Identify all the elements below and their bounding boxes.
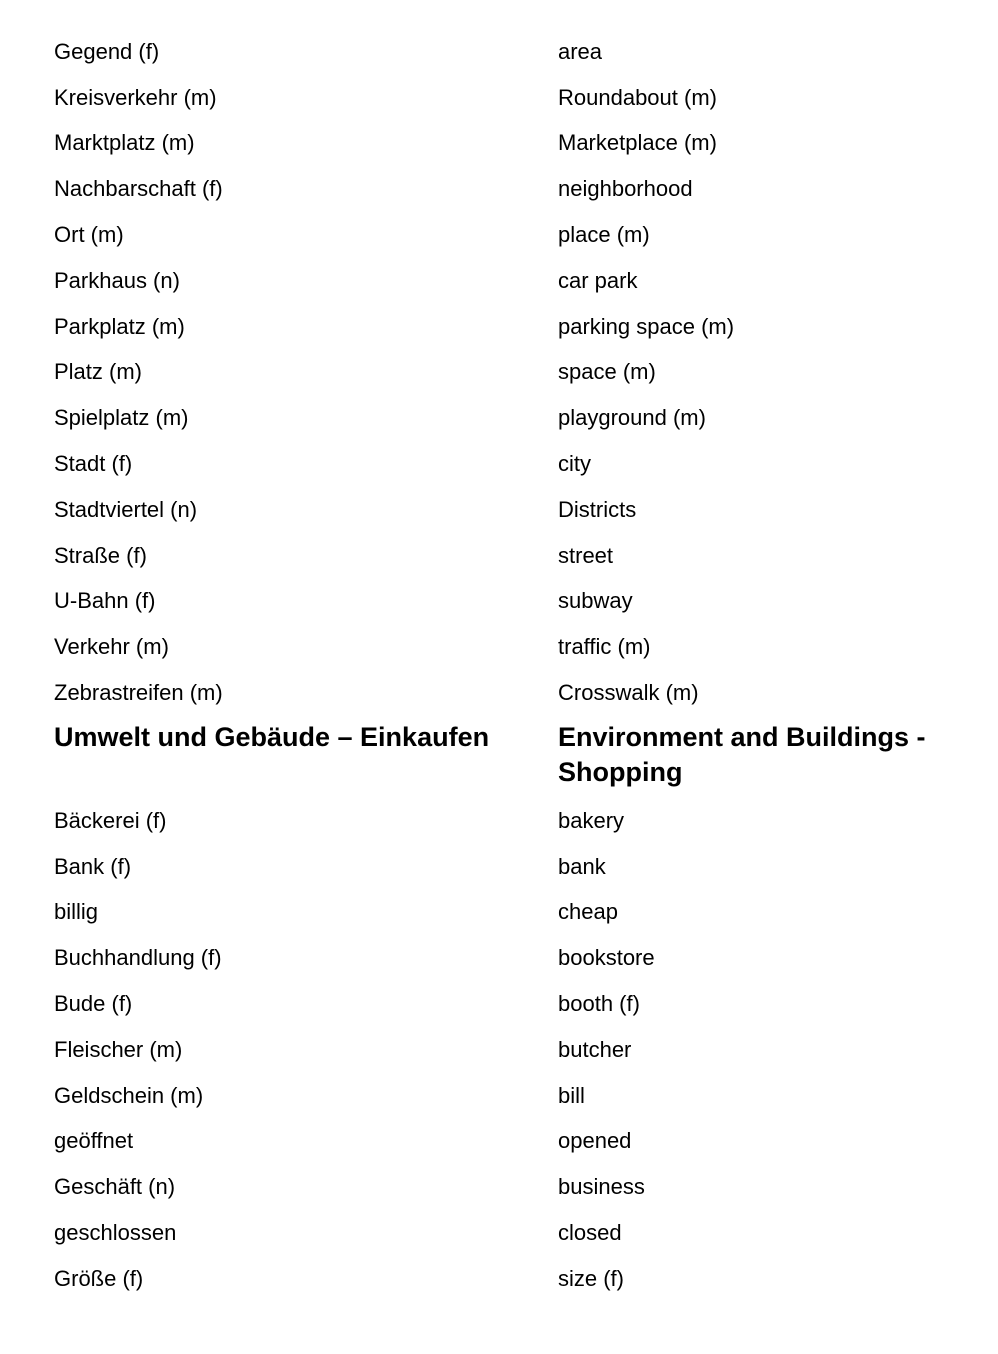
vocabulary-row: Stadtviertel (n) Districts (54, 487, 954, 533)
vocabulary-row: Spielplatz (m) playground (m) (54, 395, 954, 441)
english-translation: street (558, 542, 614, 568)
german-term: Zebrastreifen (m) (54, 680, 223, 706)
english-translation: space (m) (558, 359, 656, 385)
vocabulary-row: Geldschein (m) bill (54, 1073, 954, 1119)
vocabulary-row: Kreisverkehr (m) Roundabout (m) (54, 75, 954, 121)
vocabulary-row: Buchhandlung (f) bookstore (54, 935, 954, 981)
english-translation: Districts (558, 496, 637, 522)
english-translation: bakery (558, 807, 625, 833)
vocabulary-row: Gegend (f) area (54, 29, 954, 75)
german-term: Bäckerei (f) (54, 807, 167, 833)
vocabulary-row: Fleischer (m) butcher (54, 1027, 954, 1073)
german-term: Parkplatz (m) (54, 313, 185, 339)
vocabulary-row: geöffnet opened (54, 1119, 954, 1165)
english-translation: Crosswalk (m) (558, 680, 699, 706)
vocabulary-row: Bank (f) bank (54, 844, 954, 890)
vocabulary-row: billig cheap (54, 890, 954, 936)
english-translation: area (558, 38, 603, 64)
german-term: Bude (f) (54, 991, 133, 1017)
vocabulary-row: Parkplatz (m) parking space (m) (54, 304, 954, 350)
german-term: geschlossen (54, 1220, 177, 1246)
german-term: Nachbarschaft (f) (54, 176, 223, 202)
english-translation: car park (558, 267, 638, 293)
vocabulary-row: Geschäft (n) business (54, 1164, 954, 1210)
english-translation: bookstore (558, 945, 655, 971)
vocabulary-row: Bude (f) booth (f) (54, 981, 954, 1027)
vocabulary-section-places: Gegend (f) area Kreisverkehr (m) Roundabout… (54, 29, 954, 716)
vocabulary-row: Marktplatz (m) Marketplace (m) (54, 121, 954, 167)
english-translation: bill (558, 1082, 585, 1108)
english-translation: Marketplace (m) (558, 130, 717, 156)
vocabulary-row: Zebrastreifen (m) Crosswalk (m) (54, 670, 954, 716)
vocabulary-row: Parkhaus (n) car park (54, 258, 954, 304)
german-term: Bank (f) (54, 853, 132, 879)
german-term: Kreisverkehr (m) (54, 84, 217, 110)
german-term: billig (54, 899, 99, 925)
german-term: Gegend (f) (54, 38, 160, 64)
english-translation: opened (558, 1128, 632, 1154)
german-term: Verkehr (m) (54, 634, 169, 660)
german-term: Stadt (f) (54, 451, 133, 477)
vocabulary-row: Platz (m) space (m) (54, 350, 954, 396)
german-term: Ort (m) (54, 222, 124, 248)
german-term: Platz (m) (54, 359, 142, 385)
vocabulary-section-shopping: Bäckerei (f) bakery Bank (f) bank billig chea… (54, 798, 954, 1302)
english-translation: bank (558, 853, 606, 879)
german-term: Geldschein (m) (54, 1082, 204, 1108)
german-term: Parkhaus (n) (54, 267, 180, 293)
vocabulary-row: Größe (f) size (f) (54, 1256, 954, 1302)
english-translation: business (558, 1174, 645, 1200)
german-term: Spielplatz (m) (54, 405, 189, 431)
german-term: Größe (f) (54, 1265, 144, 1291)
english-translation: Roundabout (m) (558, 84, 717, 110)
german-term: Marktplatz (m) (54, 130, 195, 156)
english-translation: place (m) (558, 222, 650, 248)
german-term: Stadtviertel (n) (54, 496, 198, 522)
english-translation: subway (558, 588, 633, 614)
section-heading-english: Environment and Buildings - Shopping (558, 721, 926, 787)
vocabulary-row: Bäckerei (f) bakery (54, 798, 954, 844)
german-term: Straße (f) (54, 542, 147, 568)
vocabulary-document: Gegend (f) area Kreisverkehr (m) Roundabout… (54, 29, 954, 1302)
section-heading: Umwelt und Gebäude – Einkaufen Environme… (54, 720, 954, 790)
english-translation: parking space (m) (558, 313, 735, 339)
english-translation: traffic (m) (558, 634, 651, 660)
vocabulary-row: Straße (f) street (54, 533, 954, 579)
english-translation: playground (m) (558, 405, 706, 431)
section-heading-german: Umwelt und Gebäude – Einkaufen (54, 721, 490, 752)
vocabulary-row: Stadt (f) city (54, 441, 954, 487)
vocabulary-row: geschlossen closed (54, 1210, 954, 1256)
english-translation: closed (558, 1220, 622, 1246)
english-translation: booth (f) (558, 991, 640, 1017)
vocabulary-row: Nachbarschaft (f) neighborhood (54, 166, 954, 212)
vocabulary-row: U-Bahn (f) subway (54, 579, 954, 625)
german-term: Geschäft (n) (54, 1174, 176, 1200)
german-term: Fleischer (m) (54, 1036, 183, 1062)
german-term: Buchhandlung (f) (54, 945, 222, 971)
german-term: geöffnet (54, 1128, 134, 1154)
english-translation: city (558, 451, 591, 477)
english-translation: butcher (558, 1036, 632, 1062)
english-translation: neighborhood (558, 176, 693, 202)
vocabulary-row: Verkehr (m) traffic (m) (54, 624, 954, 670)
vocabulary-row: Ort (m) place (m) (54, 212, 954, 258)
english-translation: size (f) (558, 1265, 624, 1291)
german-term: U-Bahn (f) (54, 588, 156, 614)
english-translation: cheap (558, 899, 618, 925)
